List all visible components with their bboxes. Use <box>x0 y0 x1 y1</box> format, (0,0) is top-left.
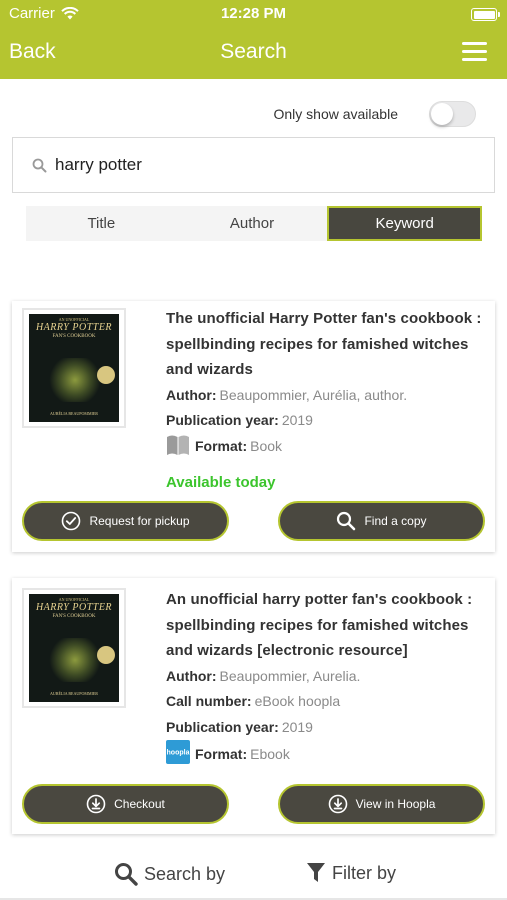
search-type-segments: Title Author Keyword <box>26 206 483 241</box>
search-box <box>12 137 495 193</box>
year-line: Publication year: 2019 <box>166 718 313 735</box>
back-button[interactable]: Back <box>9 40 56 64</box>
only-available-label: Only show available <box>273 106 398 122</box>
search-by-button[interactable]: Search by <box>114 862 225 886</box>
segment-author[interactable]: Author <box>177 206 328 241</box>
download-circle-icon <box>328 794 347 814</box>
hamburger-menu-icon[interactable] <box>462 42 487 61</box>
author-line: Author: Beaupommier, Aurélia, author. <box>166 386 408 403</box>
check-circle-icon <box>62 511 81 531</box>
hoopla-icon: hoopla <box>166 740 190 773</box>
svg-text:hoopla: hoopla <box>167 750 190 757</box>
search-icon <box>115 863 138 886</box>
year-line: Publication year: 2019 <box>166 412 313 428</box>
format-line: hoopla Format: Ebook <box>166 740 487 773</box>
result-info: The unofficial Harry Potter fan's cookbo… <box>166 306 487 496</box>
call-number-line: Call number: eBook hoopla <box>166 693 341 709</box>
request-pickup-button[interactable]: Request for pickup <box>22 501 229 541</box>
page-title: Search <box>220 40 287 63</box>
result-title[interactable]: An unofficial harry potter fan's cookboo… <box>166 587 487 664</box>
bottom-toolbar: Search by Filter by <box>0 852 507 900</box>
result-card[interactable]: AN UNOFFICIAL HARRY POTTER FAN'S COOKBOO… <box>12 578 495 834</box>
download-circle-icon <box>86 794 106 814</box>
search-icon <box>32 158 47 178</box>
status-bar: Carrier 12:28 PM <box>0 5 507 25</box>
search-input[interactable] <box>55 152 475 178</box>
toggle-knob <box>431 103 453 125</box>
book-cover-image[interactable]: AN UNOFFICIAL HARRY POTTER FAN'S COOKBOO… <box>22 308 126 428</box>
find-copy-button[interactable]: Find a copy <box>278 501 485 541</box>
author-line: Author: Beaupommier, Aurelia. <box>166 667 361 684</box>
segment-keyword[interactable]: Keyword <box>327 206 483 241</box>
result-card[interactable]: AN UNOFFICIAL HARRY POTTER FAN'S COOKBOO… <box>12 301 495 552</box>
availability-status: Available today <box>166 474 276 491</box>
app-header: Carrier 12:28 PM Back Search <box>0 0 507 79</box>
checkout-button[interactable]: Checkout <box>22 784 229 824</box>
only-available-toggle[interactable] <box>429 101 476 127</box>
battery-icon <box>471 8 500 21</box>
view-in-hoopla-button[interactable]: View in Hoopla <box>278 784 485 824</box>
status-time: 12:28 PM <box>220 5 287 22</box>
availability-filter-row: Only show available <box>0 100 507 128</box>
result-info: An unofficial harry potter fan's cookboo… <box>166 587 487 773</box>
segment-title[interactable]: Title <box>26 206 177 241</box>
filter-by-button[interactable]: Filter by <box>306 862 396 884</box>
format-line: Format: Book <box>166 434 487 465</box>
book-cover-image[interactable]: AN UNOFFICIAL HARRY POTTER FAN'S COOKBOO… <box>22 588 126 708</box>
result-title[interactable]: The unofficial Harry Potter fan's cookbo… <box>166 306 487 383</box>
book-icon <box>166 434 190 465</box>
search-icon <box>337 511 356 531</box>
filter-icon <box>307 863 325 882</box>
